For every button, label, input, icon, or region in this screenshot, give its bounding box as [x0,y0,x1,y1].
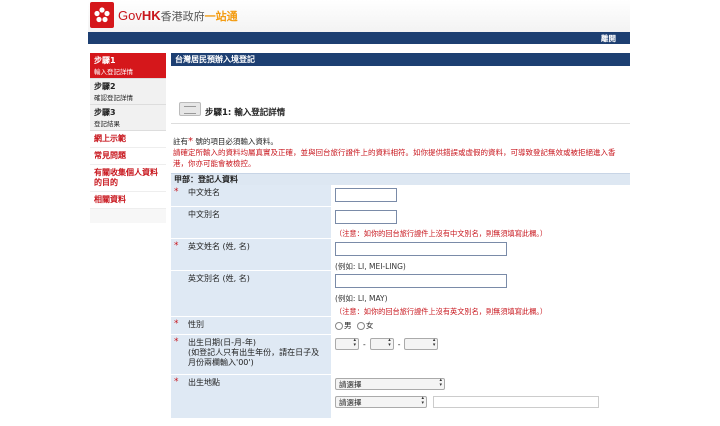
male-label: 男 [344,321,352,330]
value-dob: -- [331,335,630,374]
brand-hk: HK [141,8,161,23]
required-star-icon: * [174,377,179,387]
en-alias-example: (例如: LI, MAY) [335,294,388,303]
dob-day-select[interactable] [335,338,359,350]
govhk-brand[interactable]: GovHK香港政府一站通 [118,8,238,24]
required-note: 註有* 號的項目必須輸入資料。 [173,136,628,147]
value-en-name: (例如: LI, MEI-LING) [331,239,630,271]
step-subtitle: 登記結果 [94,120,120,128]
brand-cn: 香港政府 [160,11,205,23]
row-en-name: * 英文姓名 (姓, 名) (例如: LI, MEI-LING) [171,239,630,271]
dob-separator: - [363,339,366,349]
dob-label-line2: (如登記人只有出生年份，請在日子及月份兩欄輸入'00') [188,348,320,367]
en-name-input[interactable] [335,242,507,256]
section-a-heading: 甲部：登記人資料 [171,173,630,185]
sidebar-step-2: 步驟2 確認登記詳情 [90,79,166,105]
female-label: 女 [365,321,374,330]
label-pob: * 出生地點 [171,375,331,418]
accuracy-warning: 請確定所輸入的資料均屬真實及正確，並與回台旅行證件上的資料相符。如你提供錯誤或虛… [173,148,616,168]
sidebar-step-3: 步驟3 登記結果 [90,105,166,131]
cn-alias-input[interactable] [335,210,397,224]
note-post: 號的項目必須輸入資料。 [193,137,278,146]
main-content: 台灣居民預辦入境登記 步驟1: 輸入登記詳情 註有* 號的項目必須輸入資料。 請… [171,53,630,419]
sidebar-link-pics[interactable]: 有關收集個人資料的目的 [90,165,166,192]
required-star-icon: * [174,319,179,329]
row-en-alias: 英文別名 (姓, 名) (例如: LI, MAY) （注意：如你的回台旅行證件上… [171,271,630,317]
form-card-icon [179,102,201,116]
step-heading: 步驟1: 輸入登記詳情 [205,108,286,118]
row-sex: * 性別 男 女 [171,317,630,335]
pob-region-value: 請選擇 [339,380,362,389]
label-text: 英文姓名 (姓, 名) [188,242,250,251]
en-alias-hint: （注意：如你的回台旅行證件上沒有英文別名，則無須填寫此欄。） [335,307,548,316]
row-cn-name: * 中文姓名 [171,185,630,207]
label-dob: * 出生日期(日-月-年) (如登記人只有出生年份，請在日子及月份兩欄輸入'00') [171,335,331,374]
step-title: 步驟1 [94,56,116,65]
dob-month-select[interactable] [369,338,394,350]
label-en-name: * 英文姓名 (姓, 名) [171,239,331,270]
value-cn-alias: （注意：如你的回台旅行證件上沒有中文別名，則無須填寫此欄。） [331,207,630,238]
value-pob: 請選擇 請選擇 [331,375,630,418]
label-text: 出生日期(日-月-年) (如登記人只有出生年份，請在日子及月份兩欄輸入'00') [175,338,327,368]
en-alias-input[interactable] [335,274,507,288]
sex-female-radio[interactable] [356,322,365,330]
required-star-icon: * [174,187,179,197]
label-text: 英文別名 (姓, 名) [188,274,250,283]
dob-label-line1: 出生日期(日-月-年) [188,338,257,347]
value-sex: 男 女 [331,317,630,334]
logout-button[interactable]: 離開 [601,33,616,44]
sidebar-link-related-info[interactable]: 相關資料 [90,192,166,209]
sidebar-step-1: 步驟1 輸入登記詳情 [90,53,166,79]
page-title: 台灣居民預辦入境登記 [171,53,630,66]
sex-male-radio[interactable] [335,322,343,330]
brand-gov: Gov [118,8,142,23]
note-pre: 註有 [173,137,188,146]
pob-other-input[interactable] [433,396,600,408]
sidebar-link-faq[interactable]: 常見問題 [90,148,166,165]
label-cn-name: * 中文姓名 [171,185,331,206]
step-subtitle: 輸入登記詳情 [94,68,133,76]
label-text: 出生地點 [188,378,220,387]
pob-area-select[interactable]: 請選擇 [335,396,427,408]
cn-name-input[interactable] [335,188,397,202]
hk-flag-logo [90,2,114,28]
sidebar-link-online-demo[interactable]: 網上示範 [90,131,166,148]
sidebar-spacer [90,209,166,223]
instructions: 註有* 號的項目必須輸入資料。 請確定所輸入的資料均屬真實及正確，並與回台旅行證… [171,124,630,169]
cn-alias-hint: （注意：如你的回台旅行證件上沒有中文別名，則無須填寫此欄。） [335,229,548,238]
value-en-alias: (例如: LI, MAY) （注意：如你的回台旅行證件上沒有英文別名，則無須填寫… [331,271,630,316]
sidebar: 步驟1 輸入登記詳情 步驟2 確認登記詳情 步驟3 登記結果 網上示範 常見問題… [90,53,166,223]
dob-year-select[interactable] [404,338,439,350]
label-text: 中文姓名 [188,188,220,197]
page-header: GovHK香港政府一站通 [88,0,630,32]
label-sex: * 性別 [171,317,331,334]
step-subtitle: 確認登記詳情 [94,94,133,102]
value-cn-name [331,185,630,206]
step-title: 步驟2 [94,82,116,91]
row-pob: * 出生地點 請選擇 請選擇 [171,375,630,419]
label-text: 中文別名 [188,210,220,219]
row-dob: * 出生日期(日-月-年) (如登記人只有出生年份，請在日子及月份兩欄輸入'00')… [171,335,630,375]
dob-separator: - [397,339,401,349]
label-en-alias: 英文別名 (姓, 名) [171,271,331,316]
pob-region-select[interactable]: 請選擇 [335,378,445,390]
brand-one-stop: 一站通 [204,11,238,23]
step-title: 步驟3 [94,108,116,117]
step-header: 步驟1: 輸入登記詳情 [171,66,630,124]
label-text: 性別 [188,320,204,329]
pob-area-value: 請選擇 [339,398,362,407]
top-nav-bar: 離開 [88,32,630,44]
row-cn-alias: 中文別名 （注意：如你的回台旅行證件上沒有中文別名，則無須填寫此欄。） [171,207,630,239]
label-cn-alias: 中文別名 [171,207,331,238]
required-star-icon: * [174,337,179,347]
required-star-icon: * [174,241,179,251]
